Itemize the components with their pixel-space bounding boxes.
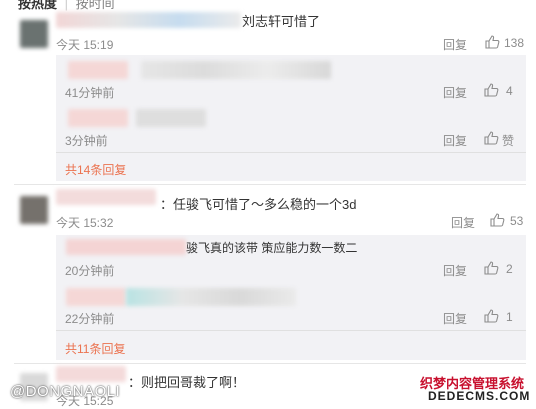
like-icon[interactable] [485, 35, 500, 49]
comment-time: 今天 15:19 [56, 38, 114, 52]
reply-username[interactable] [66, 239, 186, 255]
comment-text: ：则把回哥裁了啊！ [128, 375, 246, 390]
divider [14, 363, 526, 364]
username[interactable] [56, 189, 156, 205]
watermark-right: 织梦内容管理系统 DEDECMS.COM [416, 371, 534, 407]
divider [56, 152, 526, 153]
more-replies-link[interactable]: 共14条回复 [65, 161, 126, 178]
divider [56, 330, 526, 331]
reply-text-blurred [126, 288, 296, 306]
avatar[interactable] [20, 196, 48, 224]
sort-bar: 按热度 | 按时间 [18, 0, 115, 12]
reply-text-blurred [136, 109, 206, 127]
more-replies-link[interactable]: 共11条回复 [65, 340, 125, 357]
like-count: 赞 [502, 134, 515, 148]
replies-box: 41分钟前 回复 4 3分钟前 回复 赞 共14条回复 [56, 55, 526, 181]
like-icon[interactable] [484, 309, 499, 323]
comment-time: 今天 15:32 [56, 216, 114, 230]
watermark-left: @DONGNAOLI [10, 383, 121, 400]
watermark-right-line2: DEDECMS.COM [428, 389, 531, 403]
comment-text: 刘志轩可惜了 [242, 14, 321, 29]
divider [14, 184, 526, 185]
reply-text: 骏飞真的该带 策应能力数一数二 [186, 241, 358, 255]
sort-by-hot[interactable]: 按热度 [18, 0, 57, 11]
username[interactable] [56, 12, 241, 28]
like-count: 1 [506, 310, 513, 324]
reply-button[interactable]: 回复 [443, 36, 467, 53]
reply-time: 22分钟前 [65, 312, 115, 326]
sort-by-time[interactable]: 按时间 [76, 0, 115, 11]
like-icon[interactable] [484, 83, 499, 97]
reply-time: 3分钟前 [65, 134, 108, 148]
reply-username[interactable] [68, 109, 128, 127]
username[interactable] [56, 366, 126, 382]
reply-time: 41分钟前 [65, 86, 115, 100]
reply-username[interactable] [68, 61, 128, 79]
reply-button[interactable]: 回复 [443, 262, 467, 279]
avatar[interactable] [20, 20, 48, 48]
like-count: 2 [506, 262, 513, 276]
like-icon[interactable] [490, 213, 505, 227]
reply-time: 20分钟前 [65, 264, 115, 278]
replies-box: 骏飞真的该带 策应能力数一数二 20分钟前 回复 2 22分钟前 回复 1 共1… [56, 235, 526, 360]
reply-button[interactable]: 回复 [443, 84, 467, 101]
like-icon[interactable] [484, 131, 499, 145]
like-count: 53 [510, 214, 524, 228]
reply-button[interactable]: 回复 [451, 214, 475, 231]
reply-username[interactable] [66, 288, 126, 306]
like-count: 4 [506, 84, 513, 98]
reply-text-blurred [141, 61, 331, 79]
like-count: 138 [504, 36, 525, 50]
comment-text: ：任骏飞可惜了～多么稳的一个3d [160, 197, 357, 212]
like-icon[interactable] [484, 261, 499, 275]
reply-button[interactable]: 回复 [443, 310, 467, 327]
reply-button[interactable]: 回复 [443, 132, 467, 149]
